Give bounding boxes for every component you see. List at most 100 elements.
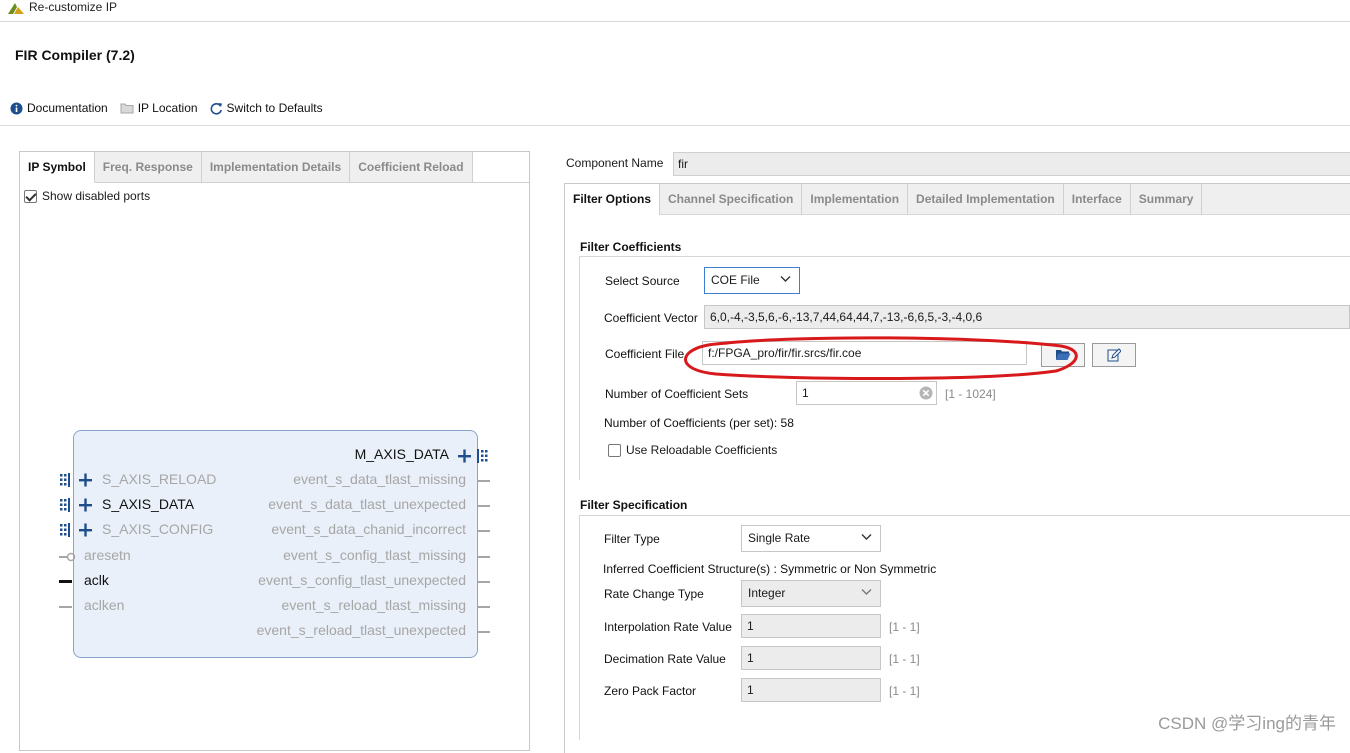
decimation-rate-label: Decimation Rate Value (604, 652, 726, 666)
tab-detailed-implementation[interactable]: Detailed Implementation (908, 184, 1064, 215)
port-event-7: event_s_reload_tlast_unexpected (256, 622, 466, 638)
interpolation-rate-range: [1 - 1] (889, 620, 920, 634)
port-aclken: aclken (84, 597, 125, 613)
tab-ip-symbol[interactable]: IP Symbol (20, 152, 95, 183)
filter-specification-title: Filter Specification (580, 498, 688, 512)
filter-coefficients-title: Filter Coefficients (580, 240, 682, 254)
left-tabbar: IP Symbol Freq. Response Implementation … (20, 152, 529, 183)
clock-pin-line (59, 580, 72, 583)
component-name-input[interactable]: fir (673, 152, 1350, 176)
rate-change-type-dropdown[interactable]: Integer (741, 580, 881, 607)
component-name-label: Component Name (566, 156, 664, 170)
tabbar-filler (1202, 184, 1350, 214)
pin-line (478, 480, 490, 482)
reloadable-coefficients-checkbox[interactable] (608, 443, 621, 457)
ip-location-label: IP Location (137, 101, 198, 115)
rate-change-type-value: Integer (748, 586, 786, 600)
num-coefficient-sets-label: Number of Coefficient Sets (605, 387, 749, 401)
documentation-button[interactable]: Documentation (10, 101, 108, 115)
edit-file-button[interactable] (1092, 343, 1136, 367)
num-coefficient-sets-input[interactable]: 1 (796, 381, 937, 405)
toolbar-divider (0, 125, 1350, 126)
section-divider (579, 515, 1350, 516)
reloadable-coefficients-label: Use Reloadable Coefficients (626, 443, 778, 457)
num-coefficients-text: Number of Coefficients (per set): 58 (604, 416, 794, 430)
reset-pin-icon (59, 552, 76, 562)
tab-implementation[interactable]: Implementation (802, 184, 909, 215)
toolbar: Documentation IP Location Switch to Defa… (10, 99, 335, 117)
right-tabbar: Filter Options Channel Specification Imp… (565, 184, 1350, 215)
switch-defaults-label: Switch to Defaults (226, 101, 323, 115)
vivado-logo-icon (8, 3, 24, 14)
pin-line (478, 556, 490, 558)
coefficient-file-label: Coefficient File (605, 347, 685, 361)
tab-coefficient-reload[interactable]: Coefficient Reload (350, 152, 473, 183)
clear-icon[interactable] (919, 386, 933, 400)
port-event-6: event_s_reload_tlast_missing (281, 597, 466, 613)
port-event-1: event_s_data_tlast_missing (293, 471, 466, 487)
bus-plus-icon (60, 473, 92, 487)
inferred-structure-text: Inferred Coefficient Structure(s) : Symm… (603, 562, 937, 576)
show-disabled-ports-row: Show disabled ports (24, 189, 150, 203)
zero-pack-factor-input[interactable]: 1 (741, 678, 881, 702)
filter-type-dropdown[interactable]: Single Rate (741, 525, 881, 552)
port-event-3: event_s_data_chanid_incorrect (271, 521, 466, 537)
section-divider (579, 256, 1350, 257)
port-event-2: event_s_data_tlast_unexpected (268, 496, 466, 512)
switch-defaults-button[interactable]: Switch to Defaults (210, 101, 323, 115)
watermark: CSDN @学习ing的青年 (1158, 714, 1336, 733)
bus-plus-icon (60, 523, 92, 537)
decimation-rate-range: [1 - 1] (889, 652, 920, 666)
pin-line (478, 530, 490, 532)
chevron-down-icon (780, 276, 791, 282)
interpolation-rate-input[interactable]: 1 (741, 614, 881, 638)
refresh-icon (210, 102, 223, 115)
ip-location-button[interactable]: IP Location (120, 101, 198, 115)
tab-channel-specification[interactable]: Channel Specification (660, 184, 803, 215)
port-s-axis-config: S_AXIS_CONFIG (102, 521, 214, 537)
select-source-value: COE File (711, 273, 760, 287)
num-coefficient-sets-value: 1 (802, 386, 809, 400)
zero-pack-factor-label: Zero Pack Factor (604, 684, 697, 698)
chevron-down-icon (861, 534, 872, 540)
select-source-dropdown[interactable]: COE File (704, 267, 800, 294)
tab-implementation-details[interactable]: Implementation Details (202, 152, 351, 183)
tab-summary[interactable]: Summary (1131, 184, 1203, 215)
reloadable-coefficients-row: Use Reloadable Coefficients (608, 443, 777, 457)
pin-line (478, 581, 490, 583)
pin-line (478, 631, 490, 633)
tab-filter-options[interactable]: Filter Options (565, 184, 660, 215)
documentation-label: Documentation (27, 101, 108, 115)
select-source-label: Select Source (605, 274, 680, 288)
pin-line (478, 606, 490, 608)
window-title: Re-customize IP (29, 0, 118, 14)
port-s-axis-data: S_AXIS_DATA (102, 496, 195, 512)
info-icon (10, 102, 23, 115)
coefficient-vector-input[interactable]: 6,0,-4,-3,5,6,-6,-13,7,44,64,44,7,-13,-6… (704, 305, 1350, 329)
section-divider (579, 256, 580, 480)
show-disabled-ports-label: Show disabled ports (42, 189, 151, 203)
port-aresetn: aresetn (84, 547, 131, 563)
clken-pin-line (59, 606, 72, 608)
show-disabled-ports-checkbox[interactable] (24, 189, 37, 203)
window-titlebar: Re-customize IP (0, 0, 1350, 22)
config-panel: Filter Options Channel Specification Imp… (564, 183, 1350, 753)
folder-icon (120, 102, 134, 114)
interpolation-rate-label: Interpolation Rate Value (604, 620, 732, 634)
edit-icon (1107, 348, 1121, 362)
decimation-rate-input[interactable]: 1 (741, 646, 881, 670)
port-event-4: event_s_config_tlast_missing (283, 547, 466, 563)
port-aclk: aclk (84, 572, 109, 588)
coefficient-vector-label: Coefficient Vector (604, 311, 698, 325)
filter-type-value: Single Rate (748, 531, 811, 545)
tab-interface[interactable]: Interface (1064, 184, 1131, 215)
tabbar-filler (472, 152, 529, 182)
product-title: FIR Compiler (7.2) (15, 47, 135, 63)
red-circle-annotation (684, 336, 1078, 381)
rate-change-type-label: Rate Change Type (604, 587, 704, 601)
port-event-5: event_s_config_tlast_unexpected (258, 572, 466, 588)
bus-plus-icon (458, 449, 488, 463)
bus-plus-icon (60, 498, 92, 512)
port-m-axis-data: M_AXIS_DATA (354, 446, 449, 462)
tab-freq-response[interactable]: Freq. Response (95, 152, 202, 183)
